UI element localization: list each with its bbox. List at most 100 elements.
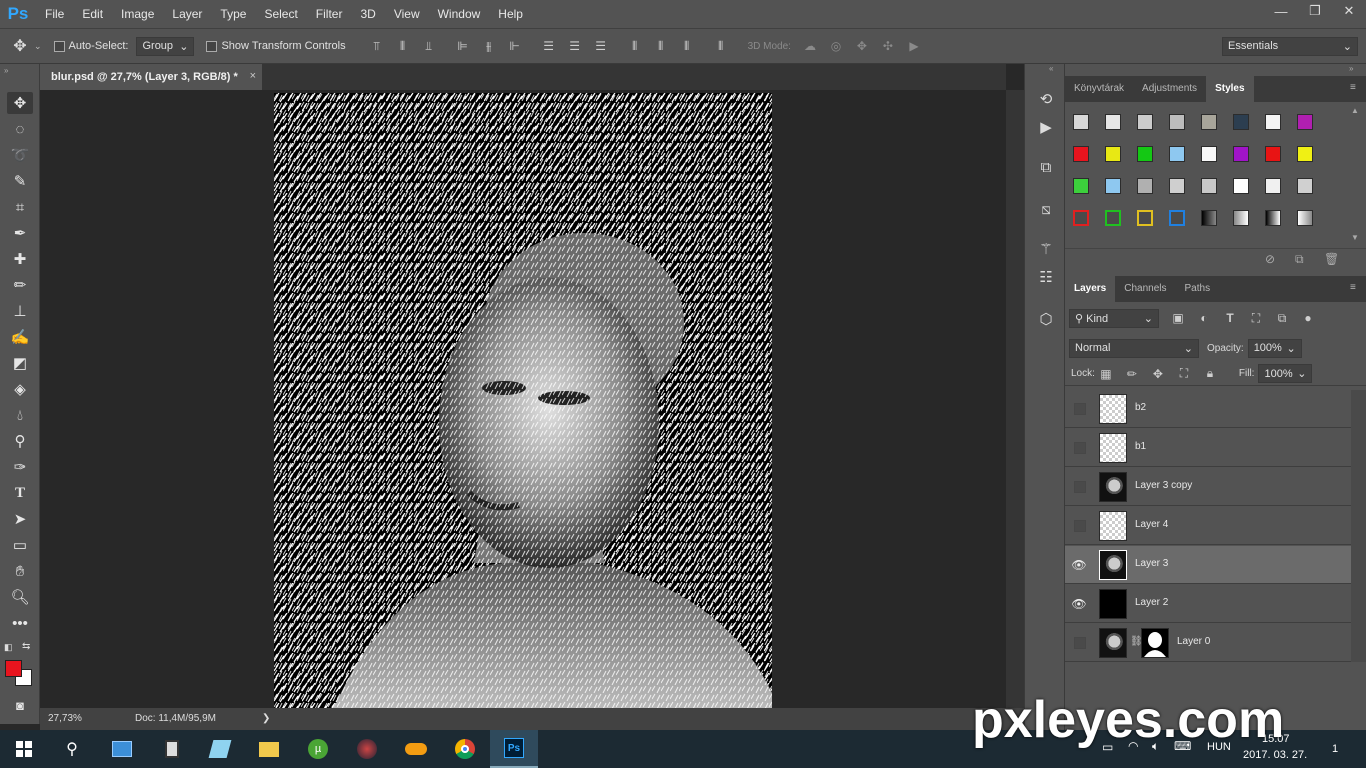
vertical-scrollbar[interactable] [1006,90,1024,708]
layer-row[interactable]: Layer 4 [1065,507,1351,545]
tab-styles[interactable]: Styles [1206,76,1254,102]
fill-input[interactable]: 100% ⌄ [1258,364,1313,383]
panel-menu-icon[interactable]: ≡ [1350,282,1356,293]
eye-icon[interactable]: 👁︎ [1071,597,1086,611]
app-icon[interactable] [196,730,244,768]
close-button[interactable]: ✕ [1332,0,1366,22]
align-top-icon[interactable]: ⫪ [370,39,384,53]
marquee-tool-icon[interactable]: ◌ [7,118,33,140]
zoom-tool-icon[interactable]: 🔍︎ [7,586,33,608]
crop-tool-icon[interactable]: ⌗ [7,196,33,218]
align-vcenter-icon[interactable]: ⫴ [396,39,410,53]
eraser-tool-icon[interactable]: ◩ [7,352,33,374]
more-tools-icon[interactable]: ••• [7,612,33,634]
layer-filter-dropdown[interactable]: ⚲ Kind ⌄ [1069,308,1159,328]
menu-type[interactable]: Type [211,0,255,28]
3d-scale-icon[interactable]: ▶ [907,39,921,53]
distribute-hcenter-icon[interactable]: ⦀ [654,39,668,53]
layer-row[interactable]: ⛓ Layer 0 [1065,624,1351,662]
notification-center-icon[interactable]: 1 [1324,738,1346,760]
3d-orbit-icon[interactable]: ☁ [803,39,817,53]
opacity-input[interactable]: 100% ⌄ [1247,338,1302,358]
distribute-left-icon[interactable]: ⦀ [628,39,642,53]
layer-row[interactable]: 👁︎ Layer 2 [1065,585,1351,623]
lock-all-icon[interactable]: 🔒︎ [1203,366,1217,381]
document-tab[interactable]: blur.psd @ 27,7% (Layer 3, RGB/8) * × [40,64,262,90]
quick-select-tool-icon[interactable]: ✎ [7,170,33,192]
foreground-color-swatch[interactable] [5,660,22,677]
style-swatch[interactable] [1073,114,1089,130]
rectangle-tool-icon[interactable]: ▭ [7,534,33,556]
clear-style-icon[interactable]: ⊘ [1265,252,1275,266]
align-right-icon[interactable]: ⊩ [508,39,522,53]
chrome-icon[interactable] [441,730,489,768]
visibility-toggle[interactable] [1074,520,1086,532]
collapse-icon[interactable]: » [1349,64,1353,73]
tab-layers[interactable]: Layers [1065,276,1116,302]
clone-stamp-tool-icon[interactable]: ⊥ [7,300,33,322]
lock-position-icon[interactable]: ✥ [1151,367,1165,381]
blend-mode-dropdown[interactable]: Normal ⌄ [1069,338,1199,358]
layer-row[interactable]: b2 [1065,390,1351,428]
brush-panel-icon[interactable]: ⚚ [1033,236,1059,262]
eye-icon[interactable]: 👁︎ [1071,558,1086,572]
zoom-level[interactable]: 27,73% [48,713,82,724]
style-swatch[interactable] [1297,178,1313,194]
style-swatch[interactable] [1169,114,1185,130]
style-swatch[interactable] [1201,114,1217,130]
utorrent-icon[interactable]: µ [294,730,342,768]
swap-colors-icon[interactable]: ⇆ [22,641,30,652]
document-canvas[interactable] [274,93,772,708]
style-swatch[interactable] [1169,146,1185,162]
style-swatch[interactable] [1105,178,1121,194]
layer-mask-thumbnail[interactable] [1141,628,1169,658]
close-tab-icon[interactable]: × [250,70,256,82]
3d-slide-icon[interactable]: ✣ [881,39,895,53]
folder-icon[interactable] [245,730,293,768]
menu-image[interactable]: Image [112,0,163,28]
panel-menu-icon[interactable]: ≡ [1350,82,1356,93]
align-bottom-icon[interactable]: ⫫ [422,39,436,53]
tab-channels[interactable]: Channels [1115,276,1175,302]
visibility-toggle[interactable] [1074,481,1086,493]
properties-panel-icon[interactable]: ⧅ [1033,196,1059,222]
filter-toggle-icon[interactable]: ● [1301,311,1315,325]
app-icon[interactable] [343,730,391,768]
filter-pixel-icon[interactable]: ▣ [1171,311,1185,325]
auto-select-dropdown[interactable]: Group ⌄ [136,36,195,56]
auto-align-icon[interactable]: ⦀ [714,39,728,53]
type-tool-icon[interactable]: T [7,482,33,504]
style-swatch[interactable] [1265,210,1281,226]
menu-help[interactable]: Help [489,0,532,28]
style-swatch[interactable] [1297,114,1313,130]
style-swatch[interactable] [1137,146,1153,162]
new-style-icon[interactable]: ⧉ [1295,252,1304,267]
filter-adjustment-icon[interactable]: ◐ [1197,311,1211,325]
style-swatch[interactable] [1137,178,1153,194]
menu-layer[interactable]: Layer [163,0,211,28]
style-swatch[interactable] [1265,114,1281,130]
filter-smart-object-icon[interactable]: ⧉ [1275,311,1289,325]
style-swatch[interactable] [1297,210,1313,226]
layer-row[interactable]: 👁︎ Layer 3 [1065,546,1351,584]
brush-tool-icon[interactable]: ✏ [7,274,33,296]
style-swatch[interactable] [1233,114,1249,130]
tool-preset-chevron-icon[interactable]: ⌄ [34,41,42,52]
menu-edit[interactable]: Edit [73,0,112,28]
distribute-vcenter-icon[interactable]: ☰ [568,39,582,53]
menu-window[interactable]: Window [429,0,490,28]
layer-row[interactable]: b1 [1065,429,1351,467]
history-panel-icon[interactable]: ⟲ [1033,86,1059,112]
tray-date[interactable]: 2017. 03. 27. [1243,749,1307,761]
distribute-bottom-icon[interactable]: ☰ [594,39,608,53]
filter-type-icon[interactable]: T [1223,311,1237,325]
style-swatch[interactable] [1233,178,1249,194]
restore-button[interactable]: ❐ [1298,0,1332,22]
status-menu-arrow-icon[interactable]: ❯ [262,713,270,724]
move-tool-icon[interactable]: ✥ [7,92,33,114]
style-swatch[interactable] [1073,146,1089,162]
quick-mask-icon[interactable]: ◙ [7,694,33,716]
collapse-icon[interactable]: » [4,66,8,75]
delete-style-icon[interactable]: 🗑︎ [1324,252,1339,266]
tab-paths[interactable]: Paths [1176,276,1220,302]
